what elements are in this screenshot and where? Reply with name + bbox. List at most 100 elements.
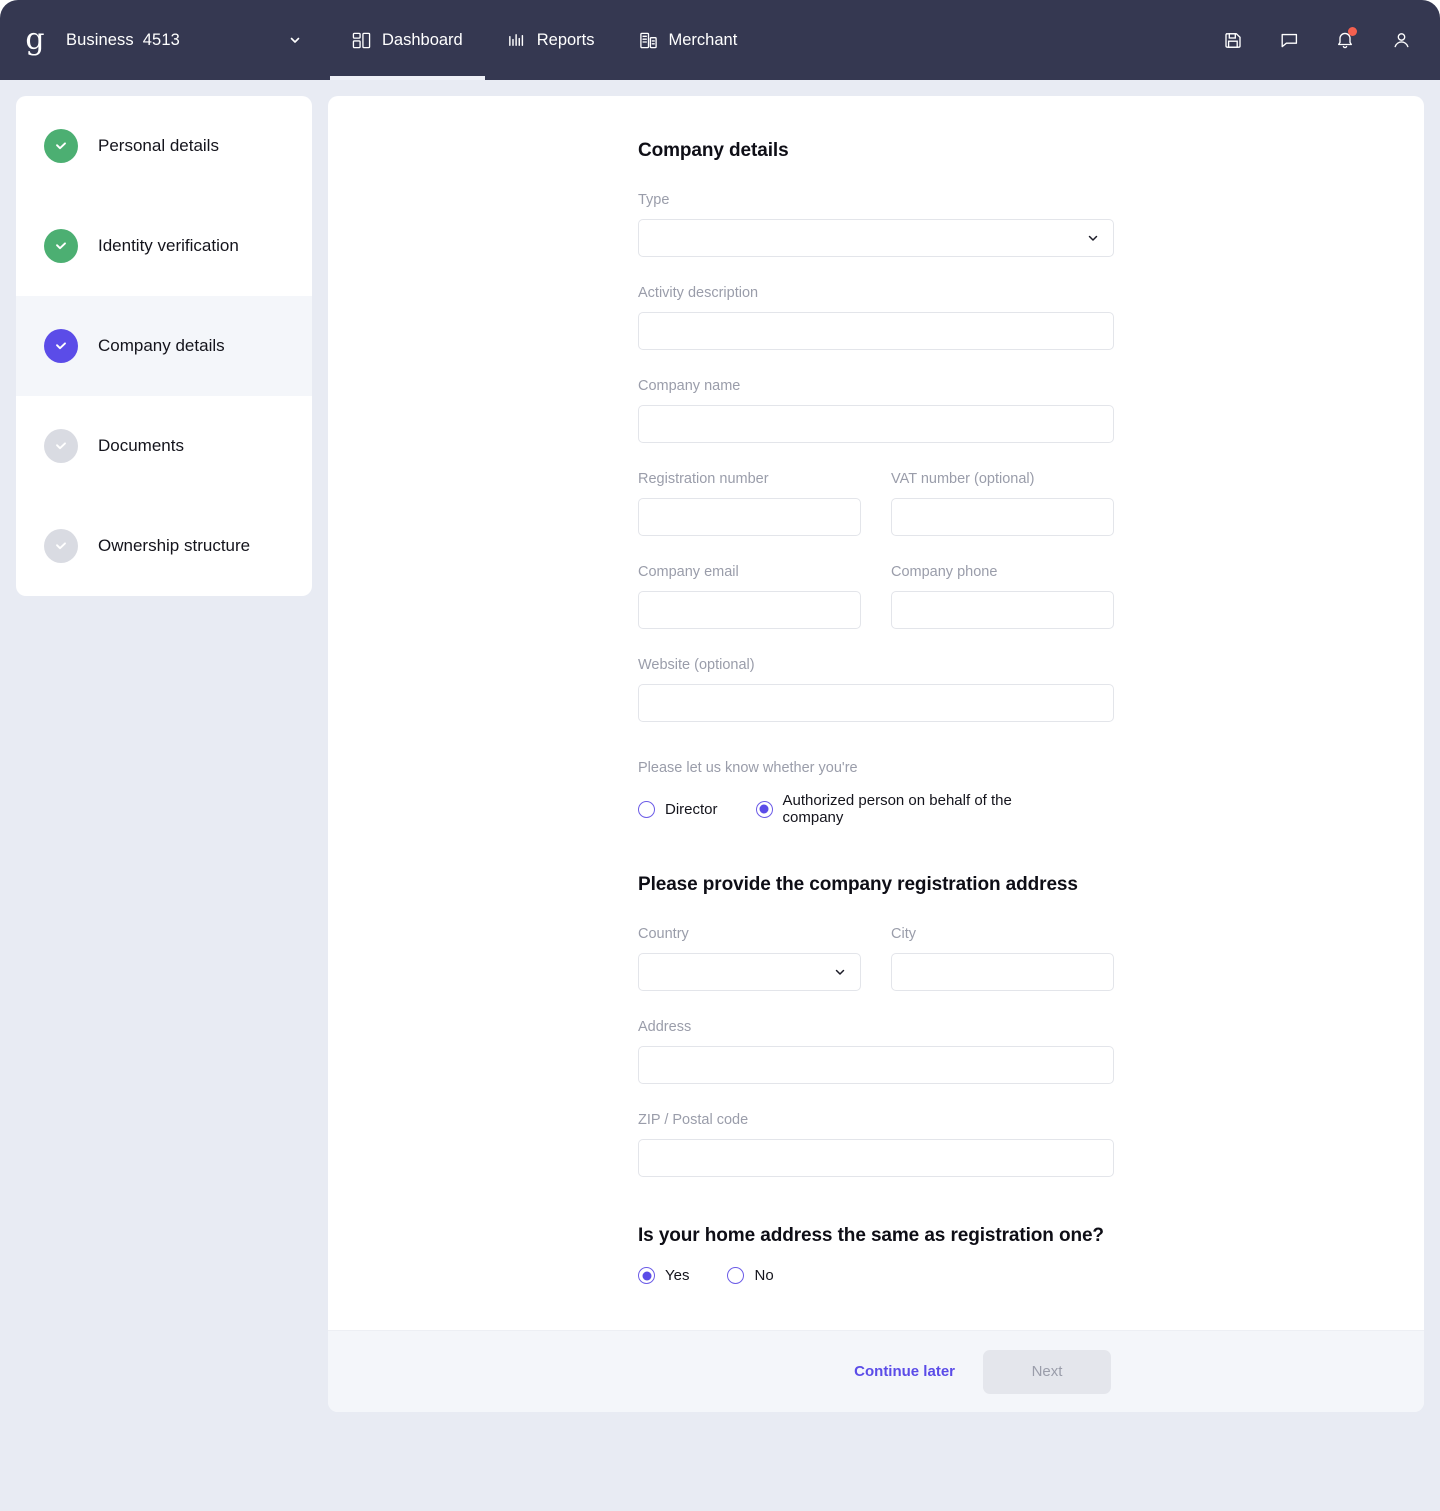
radio-option-label: Authorized person on behalf of the compa… <box>782 792 1012 826</box>
business-label-group: Business 4513 <box>66 31 180 50</box>
field-vat-number-label: VAT number (optional) <box>891 471 1035 487</box>
check-circle-icon <box>44 429 78 463</box>
user-profile-icon[interactable] <box>1388 27 1414 53</box>
tab-reports[interactable]: Reports <box>485 0 617 80</box>
sidebar-item-identity-verification[interactable]: Identity verification <box>16 196 312 296</box>
company-details-form-card: Company details Type Activity descriptio… <box>328 96 1424 1412</box>
field-zip-label: ZIP / Postal code <box>638 1112 749 1128</box>
role-question-label: Please let us know whether you're <box>638 760 858 776</box>
role-radio-group: Director Authorized person on behalf of … <box>638 792 1114 826</box>
radio-circle-icon <box>727 1267 745 1284</box>
registration-number-input[interactable] <box>638 498 861 536</box>
field-type-label: Type <box>638 192 670 208</box>
business-number: 4513 <box>142 30 180 49</box>
business-selector[interactable]: g Business 4513 <box>0 0 330 80</box>
field-activity-description: Activity description <box>638 285 1114 350</box>
radio-circle-selected-icon <box>638 1267 655 1284</box>
vat-number-input[interactable] <box>891 498 1114 536</box>
radio-option-label: No <box>754 1267 774 1284</box>
sidebar-item-documents[interactable]: Documents <box>16 396 312 496</box>
field-vat-number: VAT number (optional) <box>891 471 1114 536</box>
notification-bell-icon[interactable] <box>1332 27 1358 53</box>
company-phone-input[interactable] <box>891 591 1114 629</box>
field-city-label: City <box>891 926 916 942</box>
home-address-radio-group: Yes No <box>638 1267 1114 1284</box>
radio-option-label: Yes <box>665 1267 690 1284</box>
radio-circle-selected-icon <box>755 800 773 818</box>
field-company-name: Company name <box>638 378 1114 443</box>
sidebar-item-label: Company details <box>98 336 225 356</box>
home-address-question-title: Is your home address the same as registr… <box>638 1225 1104 1246</box>
field-website: Website (optional) <box>638 657 1114 722</box>
sidebar-item-label: Identity verification <box>98 236 239 256</box>
bar-chart-icon <box>507 31 526 50</box>
field-registration-number-label: Registration number <box>638 471 769 487</box>
field-country: Country <box>638 926 861 991</box>
radio-circle-icon <box>638 800 655 818</box>
website-input[interactable] <box>638 684 1114 722</box>
radio-option-director[interactable]: Director <box>638 800 718 818</box>
check-circle-icon <box>44 329 78 363</box>
radio-option-authorized-person[interactable]: Authorized person on behalf of the compa… <box>755 792 1076 826</box>
save-icon[interactable] <box>1220 27 1246 53</box>
radio-option-label: Director <box>665 800 718 818</box>
company-email-input[interactable] <box>638 591 861 629</box>
page-body: Personal details Identity verification C… <box>0 80 1440 1511</box>
sidebar-item-ownership-structure[interactable]: Ownership structure <box>16 496 312 596</box>
sidebar-item-label: Documents <box>98 436 184 456</box>
registration-address-title: Please provide the company registration … <box>638 874 1078 895</box>
page-title: Company details <box>638 140 789 161</box>
continue-later-button[interactable]: Continue later <box>850 1355 959 1388</box>
sidebar-item-company-details[interactable]: Company details <box>16 296 312 396</box>
field-country-label: Country <box>638 926 689 942</box>
form-scroll-area: Company details Type Activity descriptio… <box>328 96 1424 1330</box>
chat-message-icon[interactable] <box>1276 27 1302 53</box>
field-company-email: Company email <box>638 564 861 629</box>
dashboard-layout-icon <box>352 31 371 50</box>
field-zip: ZIP / Postal code <box>638 1112 1114 1177</box>
notification-badge-dot <box>1348 27 1357 36</box>
form-content: Company details Type Activity descriptio… <box>638 140 1114 1284</box>
check-circle-icon <box>44 129 78 163</box>
field-company-name-label: Company name <box>638 378 741 394</box>
onboarding-steps-sidebar: Personal details Identity verification C… <box>16 96 312 596</box>
country-select[interactable] <box>638 953 861 991</box>
field-company-email-label: Company email <box>638 564 739 580</box>
type-select[interactable] <box>638 219 1114 257</box>
field-website-label: Website (optional) <box>638 657 755 673</box>
address-input[interactable] <box>638 1046 1114 1084</box>
business-label: Business <box>66 30 134 49</box>
tab-merchant[interactable]: Merchant <box>617 0 760 80</box>
radio-option-no[interactable]: No <box>727 1267 774 1284</box>
row-registration-vat: Registration number VAT number (optional… <box>638 471 1114 536</box>
check-circle-icon <box>44 529 78 563</box>
tab-merchant-label: Merchant <box>668 30 738 49</box>
field-activity-description-label: Activity description <box>638 285 759 301</box>
company-name-input[interactable] <box>638 405 1114 443</box>
zip-input[interactable] <box>638 1139 1114 1177</box>
city-input[interactable] <box>891 953 1114 991</box>
app-window: g Business 4513 Dashboard Reports Mercha… <box>0 0 1440 1511</box>
field-registration-number: Registration number <box>638 471 861 536</box>
tab-dashboard-label: Dashboard <box>382 30 463 49</box>
chevron-down-icon[interactable] <box>288 33 302 47</box>
field-address-label: Address <box>638 1019 692 1035</box>
form-action-footer: Continue later Next <box>328 1330 1424 1412</box>
field-company-phone: Company phone <box>891 564 1114 629</box>
tab-reports-label: Reports <box>536 30 595 49</box>
tab-dashboard[interactable]: Dashboard <box>330 0 485 80</box>
sidebar-item-label: Personal details <box>98 136 219 156</box>
field-address: Address <box>638 1019 1114 1084</box>
next-button[interactable]: Next <box>983 1349 1111 1394</box>
radio-option-yes[interactable]: Yes <box>638 1267 689 1284</box>
top-navigation-bar: g Business 4513 Dashboard Reports Mercha… <box>0 0 1440 80</box>
main-nav-tabs: Dashboard Reports Merchant <box>330 0 759 80</box>
header-actions <box>1220 0 1440 80</box>
field-city: City <box>891 926 1114 991</box>
field-company-phone-label: Company phone <box>891 564 998 580</box>
sidebar-item-label: Ownership structure <box>98 536 251 556</box>
check-circle-icon <box>44 229 78 263</box>
activity-description-input[interactable] <box>638 312 1114 350</box>
building-icon <box>639 31 658 50</box>
sidebar-item-personal-details[interactable]: Personal details <box>16 96 312 196</box>
